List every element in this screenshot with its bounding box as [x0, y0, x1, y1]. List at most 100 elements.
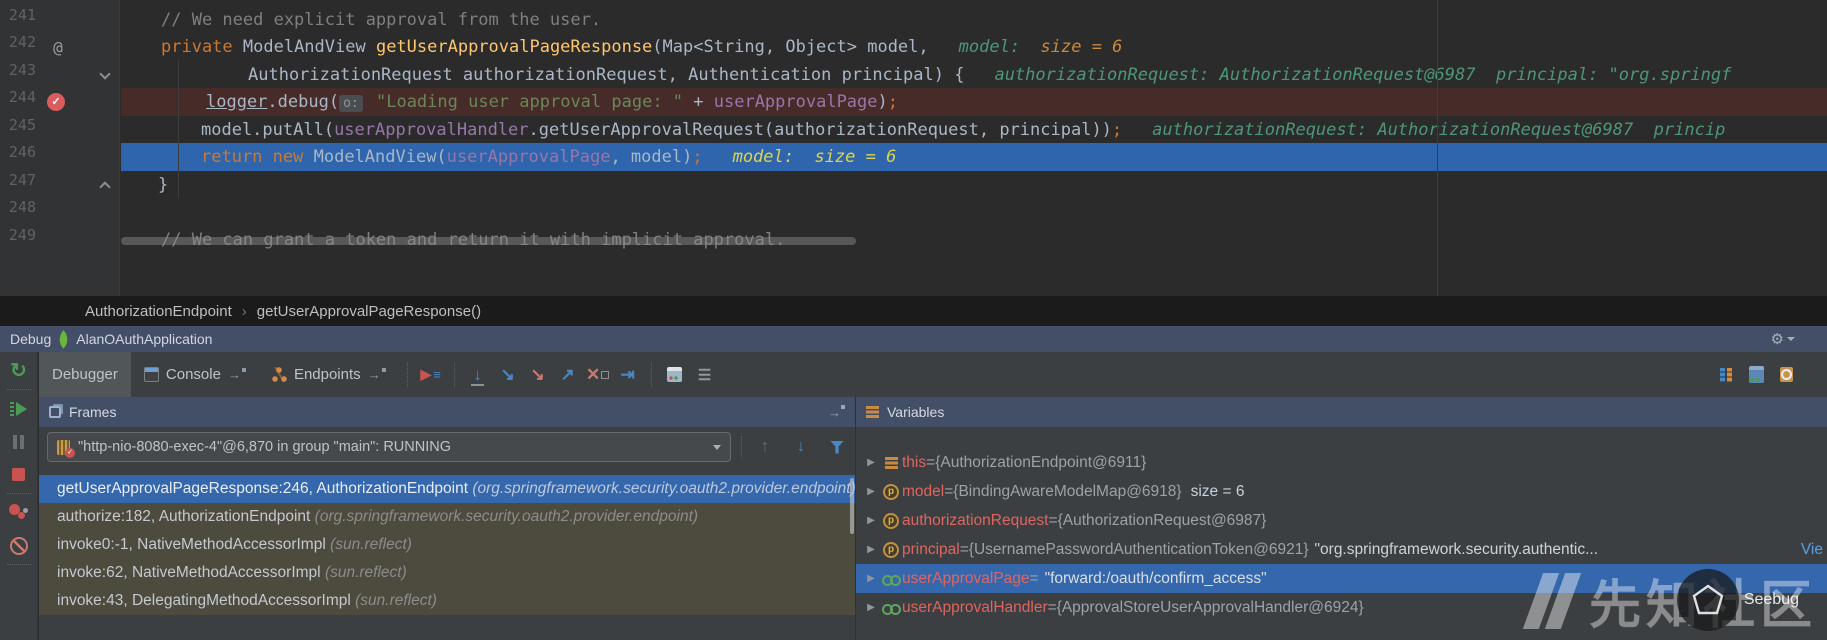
debug-title: Debug [10, 331, 51, 347]
rerun-button[interactable] [0, 354, 38, 387]
frame-row[interactable]: invoke:62, NativeMethodAccessorImpl (sun… [39, 559, 855, 587]
expand-arrow-icon[interactable]: ▶ [862, 486, 880, 497]
step-over-button[interactable] [463, 361, 493, 389]
expand-arrow-icon[interactable]: ▶ [862, 544, 880, 555]
line-number: 245 [0, 116, 36, 134]
debugger-left-toolbar [0, 352, 38, 640]
frame-row[interactable]: getUserApprovalPageResponse:246, Authori… [39, 475, 855, 503]
variable-name: userApprovalHandler [902, 599, 1048, 617]
tab-label: Endpoints [294, 366, 361, 383]
memory-view-button[interactable] [1771, 361, 1801, 389]
expand-arrow-icon[interactable]: ▶ [862, 573, 880, 584]
show-execution-point-button[interactable] [416, 361, 446, 389]
threads-button[interactable] [1711, 361, 1741, 389]
code-text: logger.debug(o: "Loading user approval p… [121, 88, 1827, 118]
expand-arrow-icon[interactable]: ▶ [862, 515, 880, 526]
toolbar-separator [7, 564, 31, 565]
fold-down-icon[interactable] [99, 68, 110, 79]
variable-row-model[interactable]: ▶pmodel = {BindingAwareModelMap@6918}siz… [856, 477, 1827, 506]
variables-panel: Variables ▶this = {AuthorizationEndpoint… [856, 397, 1827, 640]
endpoints-icon [272, 367, 287, 382]
editor-horizontal-scrollbar[interactable] [121, 237, 856, 245]
frame-row[interactable]: invoke0:-1, NativeMethodAccessorImpl (su… [39, 531, 855, 559]
editor-line-245[interactable]: 245model.putAll(userApprovalHandler.getU… [0, 116, 1827, 144]
tab-debugger[interactable]: Debugger [39, 352, 131, 397]
force-step-into-button[interactable] [523, 361, 553, 389]
pause-button[interactable] [0, 425, 38, 458]
frames-panel-header: Frames → [39, 397, 855, 427]
editor-line-241[interactable]: 241// We need explicit approval from the… [0, 6, 1827, 34]
variable-row-authorizationRequest[interactable]: ▶pauthorizationRequest = {AuthorizationR… [856, 506, 1827, 535]
panel-splitter[interactable] [855, 397, 856, 640]
evaluate-expression-button[interactable] [660, 361, 690, 389]
editor-line-246[interactable]: 246return new ModelAndView(userApprovalP… [0, 143, 1827, 171]
breadcrumb: AuthorizationEndpoint›getUserApprovalPag… [0, 296, 1827, 326]
frame-method: getUserApprovalPageResponse:246, Authori… [57, 480, 472, 497]
run-configuration-name: AlanOAuthApplication [76, 331, 212, 347]
breakpoint-icon[interactable]: ✓ [47, 93, 65, 111]
variable-row-userApprovalPage[interactable]: ▶userApprovalPage = "forward:/oauth/conf… [856, 564, 1827, 593]
param-icon: p [880, 542, 902, 558]
equals-sign: = [926, 454, 935, 472]
annotation-icon[interactable]: @ [48, 33, 68, 61]
editor-line-248[interactable]: 248 [0, 198, 1827, 226]
tab-out-icon: → [228, 368, 246, 381]
expand-arrow-icon[interactable]: ▶ [862, 457, 880, 468]
toolwindow-settings-button[interactable]: ⚙ [1771, 330, 1795, 348]
previous-frame-button[interactable]: ↑ [752, 434, 778, 460]
view-link[interactable]: Vie [1801, 541, 1823, 559]
frames-tab-out-icon[interactable]: → [828, 405, 845, 420]
variable-name: authorizationRequest [902, 512, 1049, 530]
tab-console[interactable]: Console → [131, 352, 259, 397]
variable-name: principal [902, 541, 960, 559]
frame-method: authorize:182, AuthorizationEndpoint [57, 508, 315, 525]
run-to-cursor-button[interactable] [613, 361, 643, 389]
restore-layout-button[interactable] [1741, 361, 1771, 389]
frame-package: (sun.reflect) [355, 592, 437, 609]
frame-row[interactable]: authorize:182, AuthorizationEndpoint (or… [39, 503, 855, 531]
line-number: 243 [0, 61, 36, 79]
variable-row-principal[interactable]: ▶pprincipal = {UsernamePasswordAuthentic… [856, 535, 1827, 564]
frames-scrollbar[interactable] [850, 478, 854, 534]
console-icon [144, 367, 159, 382]
param-icon: p [880, 513, 902, 529]
breadcrumb-item[interactable]: getUserApprovalPageResponse() [257, 303, 481, 320]
editor-line-242[interactable]: 242@private ModelAndView getUserApproval… [0, 33, 1827, 61]
resume-button[interactable] [0, 392, 38, 425]
mute-breakpoints-button[interactable] [0, 529, 38, 562]
editor-line-243[interactable]: 243AuthorizationRequest authorizationReq… [0, 61, 1827, 89]
editor[interactable]: 240241// We need explicit approval from … [0, 0, 1827, 296]
toolbar-separator [407, 363, 408, 387]
stop-button[interactable] [0, 458, 38, 491]
tab-label: Console [166, 366, 221, 383]
frame-row[interactable]: invoke:43, DelegatingMethodAccessorImpl … [39, 587, 855, 615]
step-into-button[interactable] [493, 361, 523, 389]
frame-package: (org.springframework.security.oauth2.pro… [472, 480, 855, 497]
tab-out-icon: → [368, 368, 386, 381]
debugger-toolbar: Debugger Console → Endpoints → [39, 352, 1827, 397]
editor-line-247[interactable]: 247} [0, 171, 1827, 199]
tab-endpoints[interactable]: Endpoints → [259, 352, 399, 397]
frames-panel: Frames → "http-nio-8080-exec-4"@6,870 in… [39, 397, 855, 640]
toolbar-separator [7, 493, 31, 494]
thread-selector-dropdown[interactable]: "http-nio-8080-exec-4"@6,870 in group "m… [47, 432, 731, 462]
view-breakpoints-button[interactable] [0, 496, 38, 529]
step-out-button[interactable] [553, 361, 583, 389]
editor-line-244[interactable]: 244✓logger.debug(o: "Loading user approv… [0, 88, 1827, 116]
variable-row-userApprovalHandler[interactable]: ▶userApprovalHandler = {ApprovalStoreUse… [856, 593, 1827, 622]
next-frame-button[interactable]: ↓ [788, 434, 814, 460]
breadcrumb-item[interactable]: AuthorizationEndpoint [85, 303, 232, 320]
hide-library-frames-filter-button[interactable] [824, 434, 850, 460]
drop-frame-button[interactable] [583, 361, 613, 389]
ide-window: 240241// We need explicit approval from … [0, 0, 1827, 640]
variable-row-this[interactable]: ▶this = {AuthorizationEndpoint@6911} [856, 448, 1827, 477]
expand-arrow-icon[interactable]: ▶ [862, 602, 880, 613]
spring-boot-icon [55, 330, 73, 348]
trace-settings-button[interactable] [690, 361, 720, 389]
code-text: // We need explicit approval from the us… [121, 6, 1827, 34]
chevron-down-icon [1787, 337, 1795, 341]
equals-sign: = [1030, 570, 1039, 588]
fold-up-icon[interactable] [99, 181, 110, 192]
code-text: return new ModelAndView(userApprovalPage… [121, 143, 1827, 171]
line-number: 248 [0, 198, 36, 216]
